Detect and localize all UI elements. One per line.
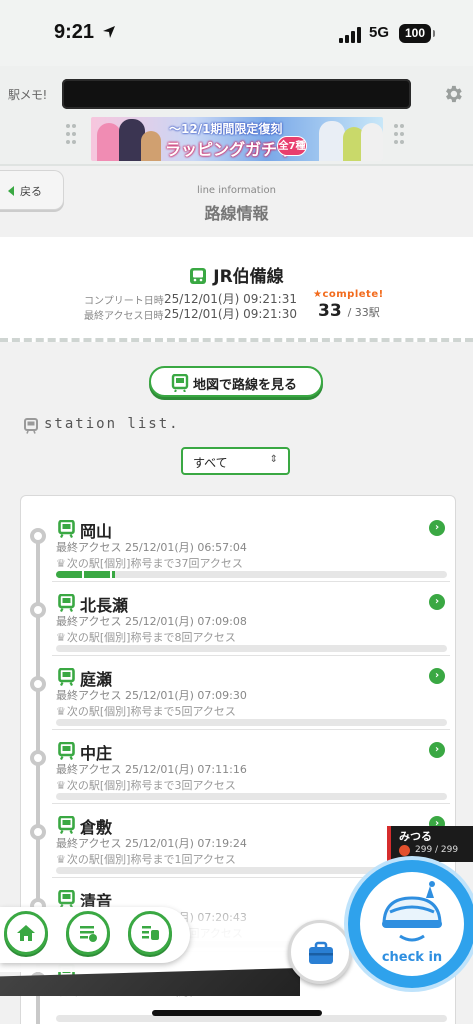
station-progress-bar: [56, 1015, 447, 1022]
banner-left-dots: [66, 124, 84, 150]
status-bar: 9:21 5G 100: [0, 0, 473, 66]
hp-icon: [399, 845, 410, 856]
train-icon: [171, 374, 189, 392]
station-node: [30, 750, 46, 766]
banner-character: [319, 121, 345, 161]
home-button[interactable]: [4, 911, 48, 955]
home-icon: [17, 925, 35, 941]
view-on-map-button[interactable]: 地図で路線を見る: [149, 366, 323, 397]
train-icon: [58, 668, 75, 686]
total-count: / 33駅: [347, 306, 380, 319]
event-banner[interactable]: ～12/1期間限定復刻 ラッピングガチャ 全7種: [91, 117, 383, 161]
station-next-title: 次の駅[個別]称号まで8回アクセス: [56, 629, 236, 645]
station-next-title: 次の駅[個別]称号まで3回アクセス: [56, 777, 236, 793]
train-icon: [190, 268, 207, 284]
player-hp: 299 / 299: [415, 845, 459, 855]
station-list-heading: station list.: [44, 416, 180, 432]
access-date-label: 最終アクセス日時: [84, 311, 164, 322]
access-date: 25/12/01(月) 09:21:30: [164, 307, 297, 321]
check-in-face: check in: [360, 872, 464, 976]
train-icon: [58, 520, 75, 538]
station-next-title: 次の駅[個別]称号まで5回アクセス: [56, 703, 236, 719]
station-filter-select[interactable]: すべて ⇕: [181, 447, 290, 475]
items-button[interactable]: [288, 920, 352, 984]
station-last-access: 最終アクセス 25/12/01(月) 07:11:16: [56, 763, 247, 776]
complete-badge: ★complete!: [313, 289, 384, 300]
player-name: みつる: [399, 830, 432, 843]
banner-date-text: ～12/1期間限定復刻: [169, 122, 283, 136]
chevron-right-icon[interactable]: ›: [429, 668, 445, 684]
app-logo: 駅メモ!: [8, 88, 47, 102]
toolbox-icon: [309, 941, 333, 964]
denco-mascot-icon: [382, 881, 442, 942]
missions-button[interactable]: [66, 911, 110, 955]
complete-date-label: コンプリート日時: [84, 296, 164, 307]
station-row[interactable]: 庭瀬最終アクセス 25/12/01(月) 07:09:30次の駅[個別]称号まで…: [52, 656, 450, 730]
chevron-right-icon[interactable]: ›: [429, 742, 445, 758]
network-type: 5G: [369, 24, 390, 41]
filter-value: すべて: [193, 456, 228, 470]
banner-title-text: ラッピングガチャ: [165, 140, 293, 159]
station-row[interactable]: 北長瀬最終アクセス 25/12/01(月) 07:09:08次の駅[個別]称号ま…: [52, 582, 450, 656]
station-last-access: 最終アクセス 25/12/01(月) 06:57:04: [56, 541, 247, 554]
train-icon: [58, 594, 75, 612]
signal-icon: [339, 27, 363, 43]
station-node: [30, 528, 46, 544]
train-list-icon: [142, 926, 159, 940]
page-subtitle: line information: [197, 185, 276, 196]
visited-count: 33: [318, 301, 342, 321]
banner-character: [141, 131, 161, 161]
progress-fill: [56, 571, 115, 578]
banner-right-dots: [394, 124, 412, 150]
home-indicator: [152, 1010, 322, 1016]
battery-icon: 100: [399, 24, 435, 43]
check-in-button[interactable]: check in: [348, 860, 473, 988]
station-count: 33 / 33駅: [318, 301, 380, 321]
station-next-title: 次の駅[個別]称号まで1回アクセス: [56, 851, 236, 867]
news-ticker[interactable]: [62, 79, 411, 109]
station-node: [30, 676, 46, 692]
station-progress-bar: [56, 645, 447, 652]
station-progress-bar: [56, 571, 447, 578]
player-status: みつる 299 / 299: [387, 826, 473, 862]
station-last-access: 最終アクセス 25/12/01(月) 07:09:30: [56, 689, 247, 702]
station-progress-bar: [56, 719, 447, 726]
station-progress-bar: [56, 793, 447, 800]
check-in-label: check in: [381, 950, 443, 965]
location-arrow-icon: [103, 26, 115, 38]
train-icon: [58, 816, 75, 834]
page-title: 路線情報: [204, 204, 269, 223]
station-last-access: 最終アクセス 25/12/01(月) 07:19:24: [56, 837, 247, 850]
list-icon: [80, 926, 97, 942]
station-node: [30, 602, 46, 618]
chevron-right-icon[interactable]: ›: [429, 594, 445, 610]
view-on-map-label: 地図で路線を見る: [193, 378, 298, 393]
banner-tag: 全7種: [277, 136, 307, 156]
train-icon: [58, 742, 75, 760]
station-row[interactable]: 岡山最終アクセス 25/12/01(月) 06:57:04次の駅[個別]称号まで…: [52, 508, 450, 582]
select-arrows-icon: ⇕: [269, 454, 278, 465]
station-node: [30, 824, 46, 840]
station-next-title: 次の駅[個別]称号まで37回アクセス: [56, 555, 243, 571]
station-last-access: 最終アクセス 25/12/01(月) 07:09:08: [56, 615, 247, 628]
gear-icon[interactable]: [442, 83, 464, 105]
banner-character: [361, 123, 383, 161]
chevron-right-icon[interactable]: ›: [429, 520, 445, 536]
banner-character: [97, 123, 121, 161]
clock: 9:21: [54, 21, 95, 43]
line-list-button[interactable]: [128, 911, 172, 955]
station-row[interactable]: 中庄最終アクセス 25/12/01(月) 07:11:16次の駅[個別]称号まで…: [52, 730, 450, 804]
line-name-row: JR伯備線: [0, 262, 473, 287]
line-name: JR伯備線: [213, 267, 284, 287]
